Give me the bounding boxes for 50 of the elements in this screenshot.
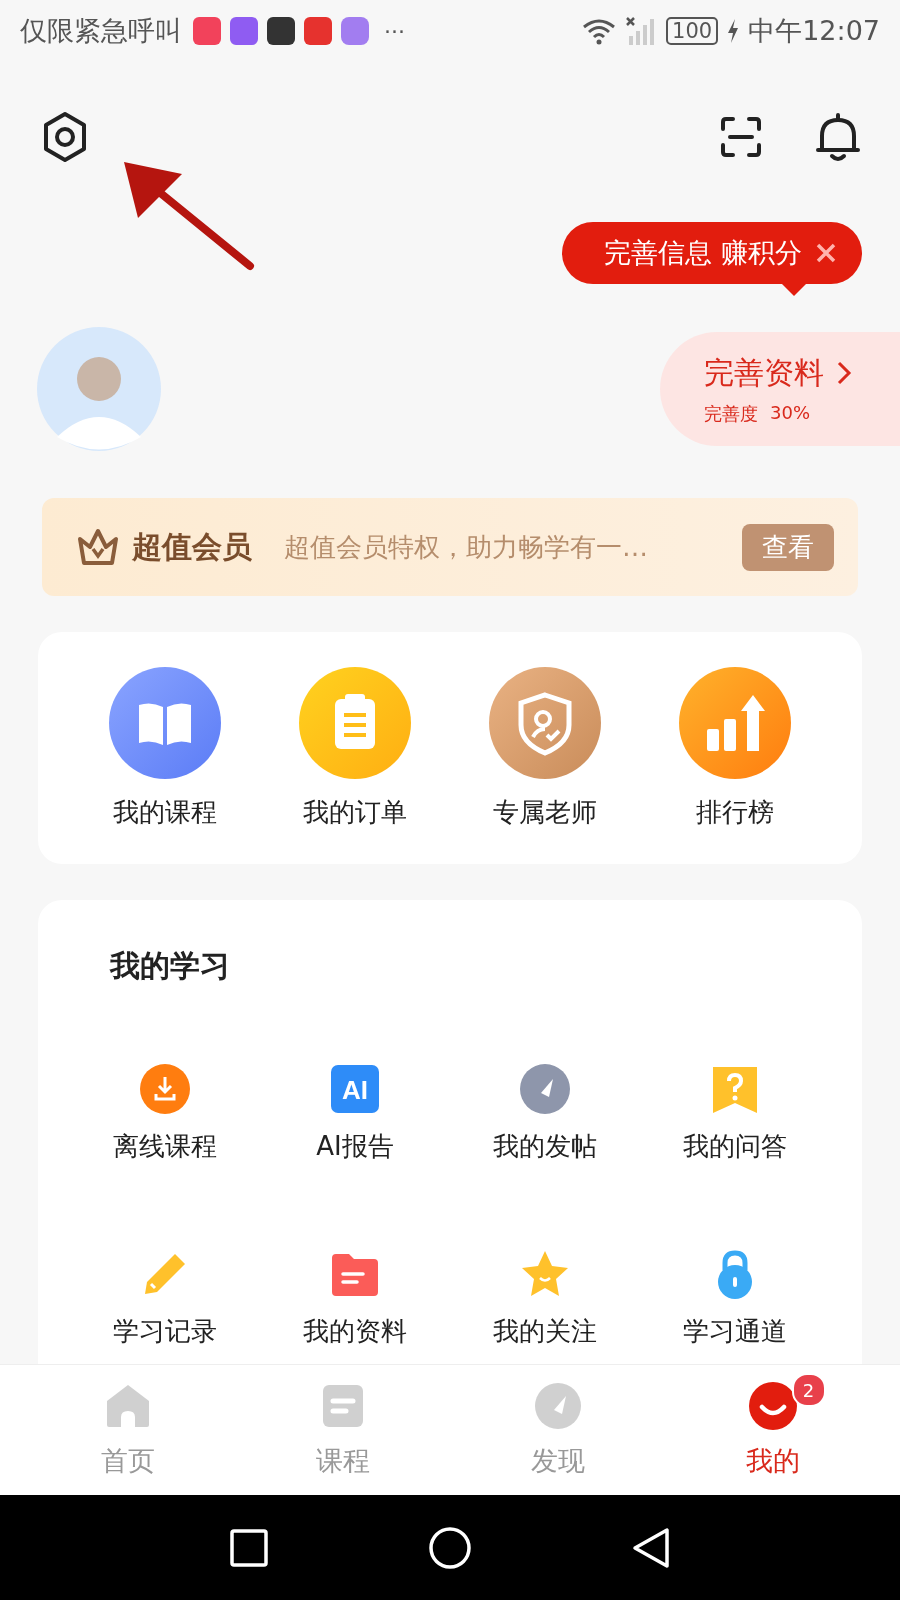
close-icon[interactable] <box>814 241 838 265</box>
app-icon <box>267 17 295 45</box>
app-icon <box>304 17 332 45</box>
chevron-icon <box>836 360 852 386</box>
home-button[interactable] <box>428 1525 472 1570</box>
shortcut-label[interactable]: 排行榜 <box>696 794 774 830</box>
section-title: 我的学习 <box>108 947 231 985</box>
shield-icon[interactable] <box>489 666 601 779</box>
scan-icon[interactable] <box>720 116 762 158</box>
study-item-label[interactable]: AI报告 <box>316 1129 394 1164</box>
app-icon <box>230 17 258 45</box>
progress-label: 完善度 <box>704 401 758 426</box>
clock: 中午12:07 <box>748 14 880 48</box>
crown-icon <box>76 527 120 567</box>
shortcut-label[interactable]: 专属老师 <box>493 794 597 830</box>
more-text: ··· <box>384 18 405 44</box>
chart-icon[interactable] <box>679 666 791 779</box>
complete-profile-button[interactable]: 完善资料 完善度 30% <box>660 332 900 446</box>
vip-title: 超值会员 <box>132 527 252 566</box>
notification-badge: 2 <box>791 1373 826 1407</box>
study-item-label[interactable]: 学习通道 <box>683 1314 787 1349</box>
status-text: 仅限紧急呼叫 <box>20 14 182 48</box>
app-icon <box>193 17 221 45</box>
shortcut-label[interactable]: 我的课程 <box>113 794 217 830</box>
study-item-label[interactable]: 我的关注 <box>493 1314 597 1349</box>
recents-button[interactable] <box>229 1527 270 1568</box>
shortcut-label[interactable]: 我的订单 <box>303 794 407 830</box>
bell-icon[interactable] <box>814 112 862 162</box>
study-item-label[interactable]: 我的资料 <box>303 1314 407 1349</box>
compass-icon <box>532 1381 583 1431</box>
download-icon[interactable] <box>139 1063 191 1115</box>
battery-level: 100 <box>666 17 719 45</box>
book-icon[interactable] <box>109 666 221 779</box>
tooltip[interactable]: 完善信息 赚积分 <box>562 222 862 284</box>
charging-icon <box>727 19 740 43</box>
vip-description: 超值会员特权，助力畅学有一… <box>284 530 649 564</box>
smile-icon <box>747 1381 798 1431</box>
back-button[interactable] <box>630 1525 671 1570</box>
progress-value: 30% <box>770 401 810 425</box>
compass-icon[interactable] <box>519 1063 571 1115</box>
tooltip-tail <box>782 284 806 296</box>
clipboard-icon[interactable] <box>299 666 411 779</box>
vip-banner[interactable]: 超值会员 超值会员特权，助力畅学有一… 查看 <box>42 498 858 596</box>
study-item-label[interactable]: 离线课程 <box>113 1129 217 1164</box>
app-icon <box>341 17 369 45</box>
study-item-label[interactable]: 我的发帖 <box>493 1129 597 1164</box>
study-item-label[interactable]: 学习记录 <box>113 1314 217 1349</box>
study-item-label[interactable]: 我的问答 <box>683 1129 787 1164</box>
wifi-icon <box>582 17 617 45</box>
tab[interactable]: 2 我的 <box>665 1365 880 1495</box>
